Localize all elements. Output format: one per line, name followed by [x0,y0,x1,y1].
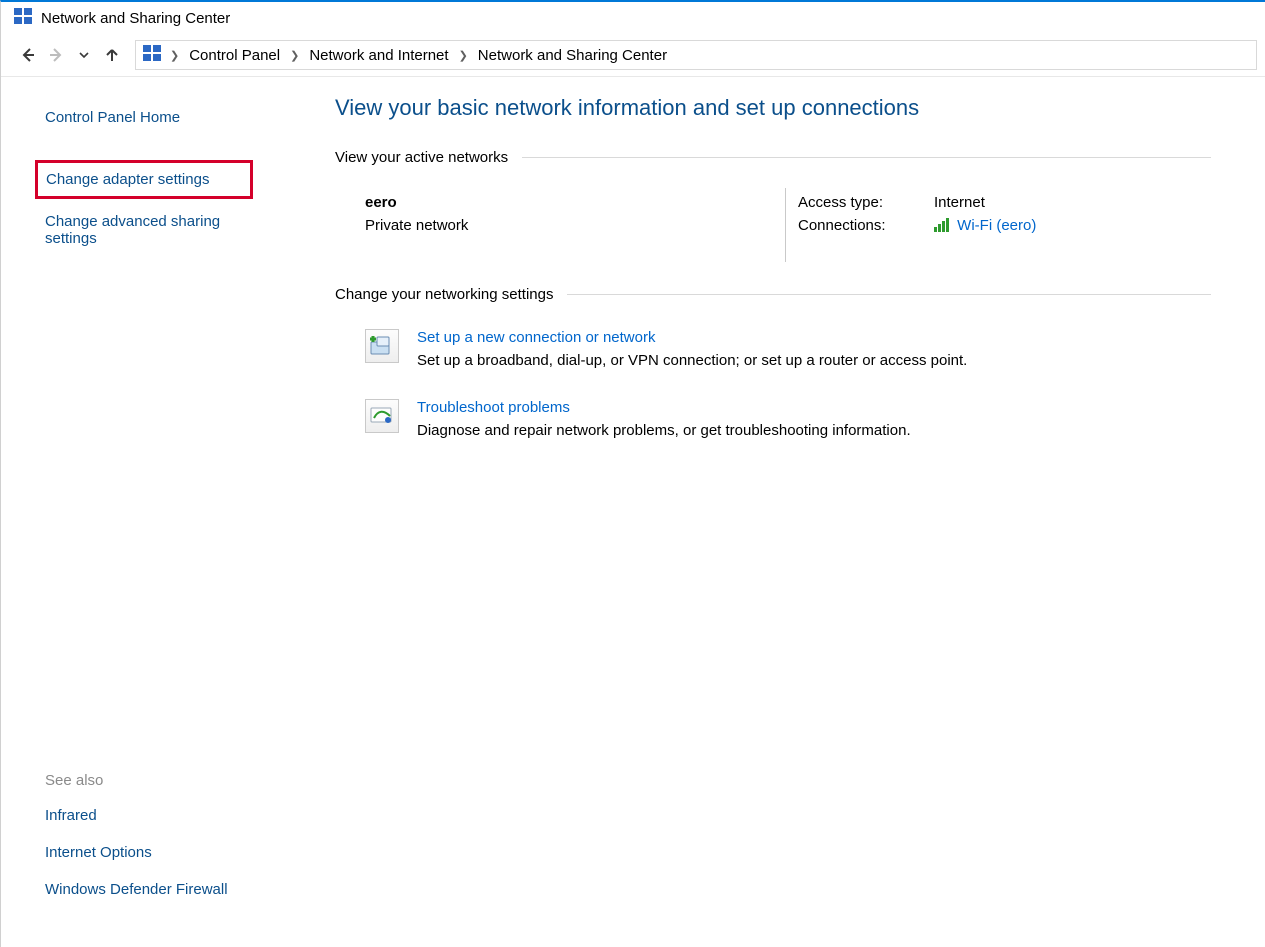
change-settings-header: Change your networking settings [335,286,1211,303]
window-title: Network and Sharing Center [41,10,230,27]
setup-connection-desc: Set up a broadband, dial-up, or VPN conn… [417,352,967,369]
network-type: Private network [365,217,785,234]
chevron-right-icon[interactable]: ❯ [455,49,472,62]
see-also-title: See also [45,772,291,789]
sidebar: Control Panel Home Change adapter settin… [1,77,311,942]
wifi-connection-link[interactable]: Wi-Fi (eero) [957,217,1036,234]
up-button[interactable] [101,44,123,66]
wifi-signal-icon [934,218,949,232]
breadcrumb-control-panel[interactable]: Control Panel [187,47,282,64]
network-details: Access type: Internet Connections: Wi-Fi… [798,194,1211,262]
troubleshoot-icon [365,399,399,433]
vertical-divider [785,188,786,262]
control-panel-icon [142,43,162,67]
active-networks-header: View your active networks [335,149,1211,166]
chevron-right-icon[interactable]: ❯ [166,49,183,62]
setup-connection-icon [365,329,399,363]
change-advanced-sharing-link[interactable]: Change advanced sharing settings [45,209,255,251]
breadcrumb-network-internet[interactable]: Network and Internet [307,47,450,64]
troubleshoot-desc: Diagnose and repair network problems, or… [417,422,911,439]
see-also-firewall[interactable]: Windows Defender Firewall [45,877,291,902]
recent-locations-button[interactable] [73,44,95,66]
address-bar[interactable]: ❯ Control Panel ❯ Network and Internet ❯… [135,40,1257,70]
main-panel: View your basic network information and … [311,77,1265,942]
back-button[interactable] [17,44,39,66]
network-info: eero Private network [365,194,785,262]
active-networks-label: View your active networks [335,149,508,166]
titlebar: Network and Sharing Center [1,2,1265,38]
troubleshoot-item: Troubleshoot problems Diagnose and repai… [335,391,1211,461]
control-panel-icon [13,6,33,30]
divider-line [567,294,1211,295]
see-also-infrared[interactable]: Infrared [45,803,291,828]
change-adapter-settings-link[interactable]: Change adapter settings [46,167,242,192]
page-title: View your basic network information and … [335,95,1211,121]
setup-connection-link[interactable]: Set up a new connection or network [417,329,655,346]
control-panel-home-link[interactable]: Control Panel Home [45,105,291,130]
connections-label: Connections: [798,217,934,234]
navbar: ❯ Control Panel ❯ Network and Internet ❯… [1,38,1265,77]
forward-button[interactable] [45,44,67,66]
see-also-section: See also Infrared Internet Options Windo… [45,772,291,922]
change-settings-label: Change your networking settings [335,286,553,303]
network-name: eero [365,194,785,211]
breadcrumb-network-sharing[interactable]: Network and Sharing Center [476,47,669,64]
divider-line [522,157,1211,158]
see-also-internet-options[interactable]: Internet Options [45,840,291,865]
access-type-value: Internet [934,194,985,211]
content-area: Control Panel Home Change adapter settin… [1,77,1265,942]
setup-connection-item: Set up a new connection or network Set u… [335,321,1211,391]
active-network-row: eero Private network Access type: Intern… [335,184,1211,286]
chevron-right-icon[interactable]: ❯ [286,49,303,62]
access-type-label: Access type: [798,194,934,211]
highlighted-link-box: Change adapter settings [35,160,253,199]
troubleshoot-link[interactable]: Troubleshoot problems [417,399,570,416]
